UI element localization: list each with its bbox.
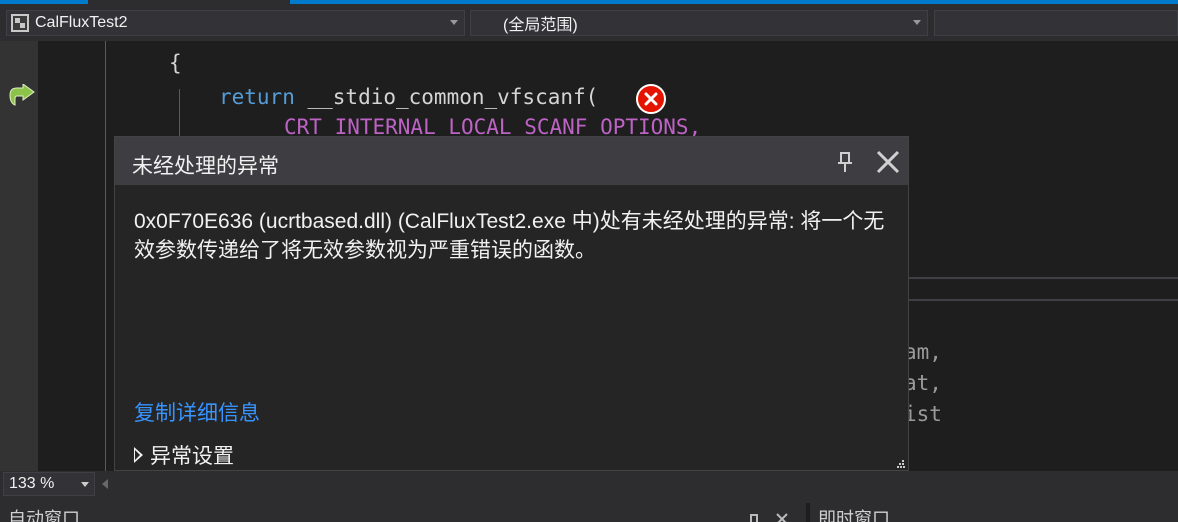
zoom-value: 133 % [9,475,55,492]
code-line: ist [904,402,942,426]
resize-grip-icon[interactable] [897,460,905,468]
current-statement-arrow-icon [9,84,35,106]
navigation-bar: CalFluxTest2 (全局范围) [0,6,1178,41]
scroll-left-icon[interactable] [102,479,108,489]
code-line: return __stdio_common_vfscanf( [219,85,598,109]
expand-triangle-icon [134,447,143,463]
immediate-window-title[interactable]: 即时窗口 [818,504,918,522]
project-name: CalFluxTest2 [35,14,128,31]
member-dropdown[interactable] [934,10,1178,36]
close-icon[interactable] [775,512,789,522]
active-tab-indicator [0,0,88,4]
editor-status-bar: 133 % [0,471,1178,497]
separator [909,277,1178,279]
panel-splitter[interactable] [806,503,810,522]
autos-window-title[interactable]: 自动窗口 [8,504,108,522]
zoom-dropdown[interactable]: 133 % [3,472,95,496]
scope-dropdown[interactable]: (全局范围) [470,10,928,36]
code-line: am, [904,340,942,364]
tool-window-bar [0,497,1178,522]
project-icon [11,14,29,32]
separator [909,299,1178,301]
exception-message: 0x0F70E636 (ucrtbased.dll) (CalFluxTest2… [134,210,885,262]
chevron-down-icon [913,20,921,25]
project-dropdown[interactable]: CalFluxTest2 [6,10,465,36]
close-x-icon [644,92,658,106]
code-line: { [169,51,182,75]
error-marker-icon[interactable] [636,84,666,114]
exception-settings-label: 异常设置 [150,445,234,468]
scope-label: (全局范围) [503,17,578,34]
indent-guide [105,41,106,471]
keyword-return: return [219,85,295,109]
exception-settings-toggle[interactable]: 异常设置 [134,440,234,470]
chevron-down-icon [450,20,458,25]
pin-icon[interactable] [837,151,853,173]
exception-helper-popup: 未经处理的异常 0x0F70E636 (ucrtbased.dll) (CalF… [114,136,909,471]
copy-details-link[interactable]: 复制详细信息 [134,397,260,427]
chevron-down-icon [81,482,89,487]
function-call: __stdio_common_vfscanf( [294,85,599,109]
popup-title: 未经处理的异常 [132,155,279,178]
popup-header: 未经处理的异常 [115,137,908,185]
code-line: at, [904,371,942,395]
document-tab-strip [290,0,1178,4]
close-icon[interactable] [875,149,901,175]
pin-icon[interactable] [750,514,758,522]
